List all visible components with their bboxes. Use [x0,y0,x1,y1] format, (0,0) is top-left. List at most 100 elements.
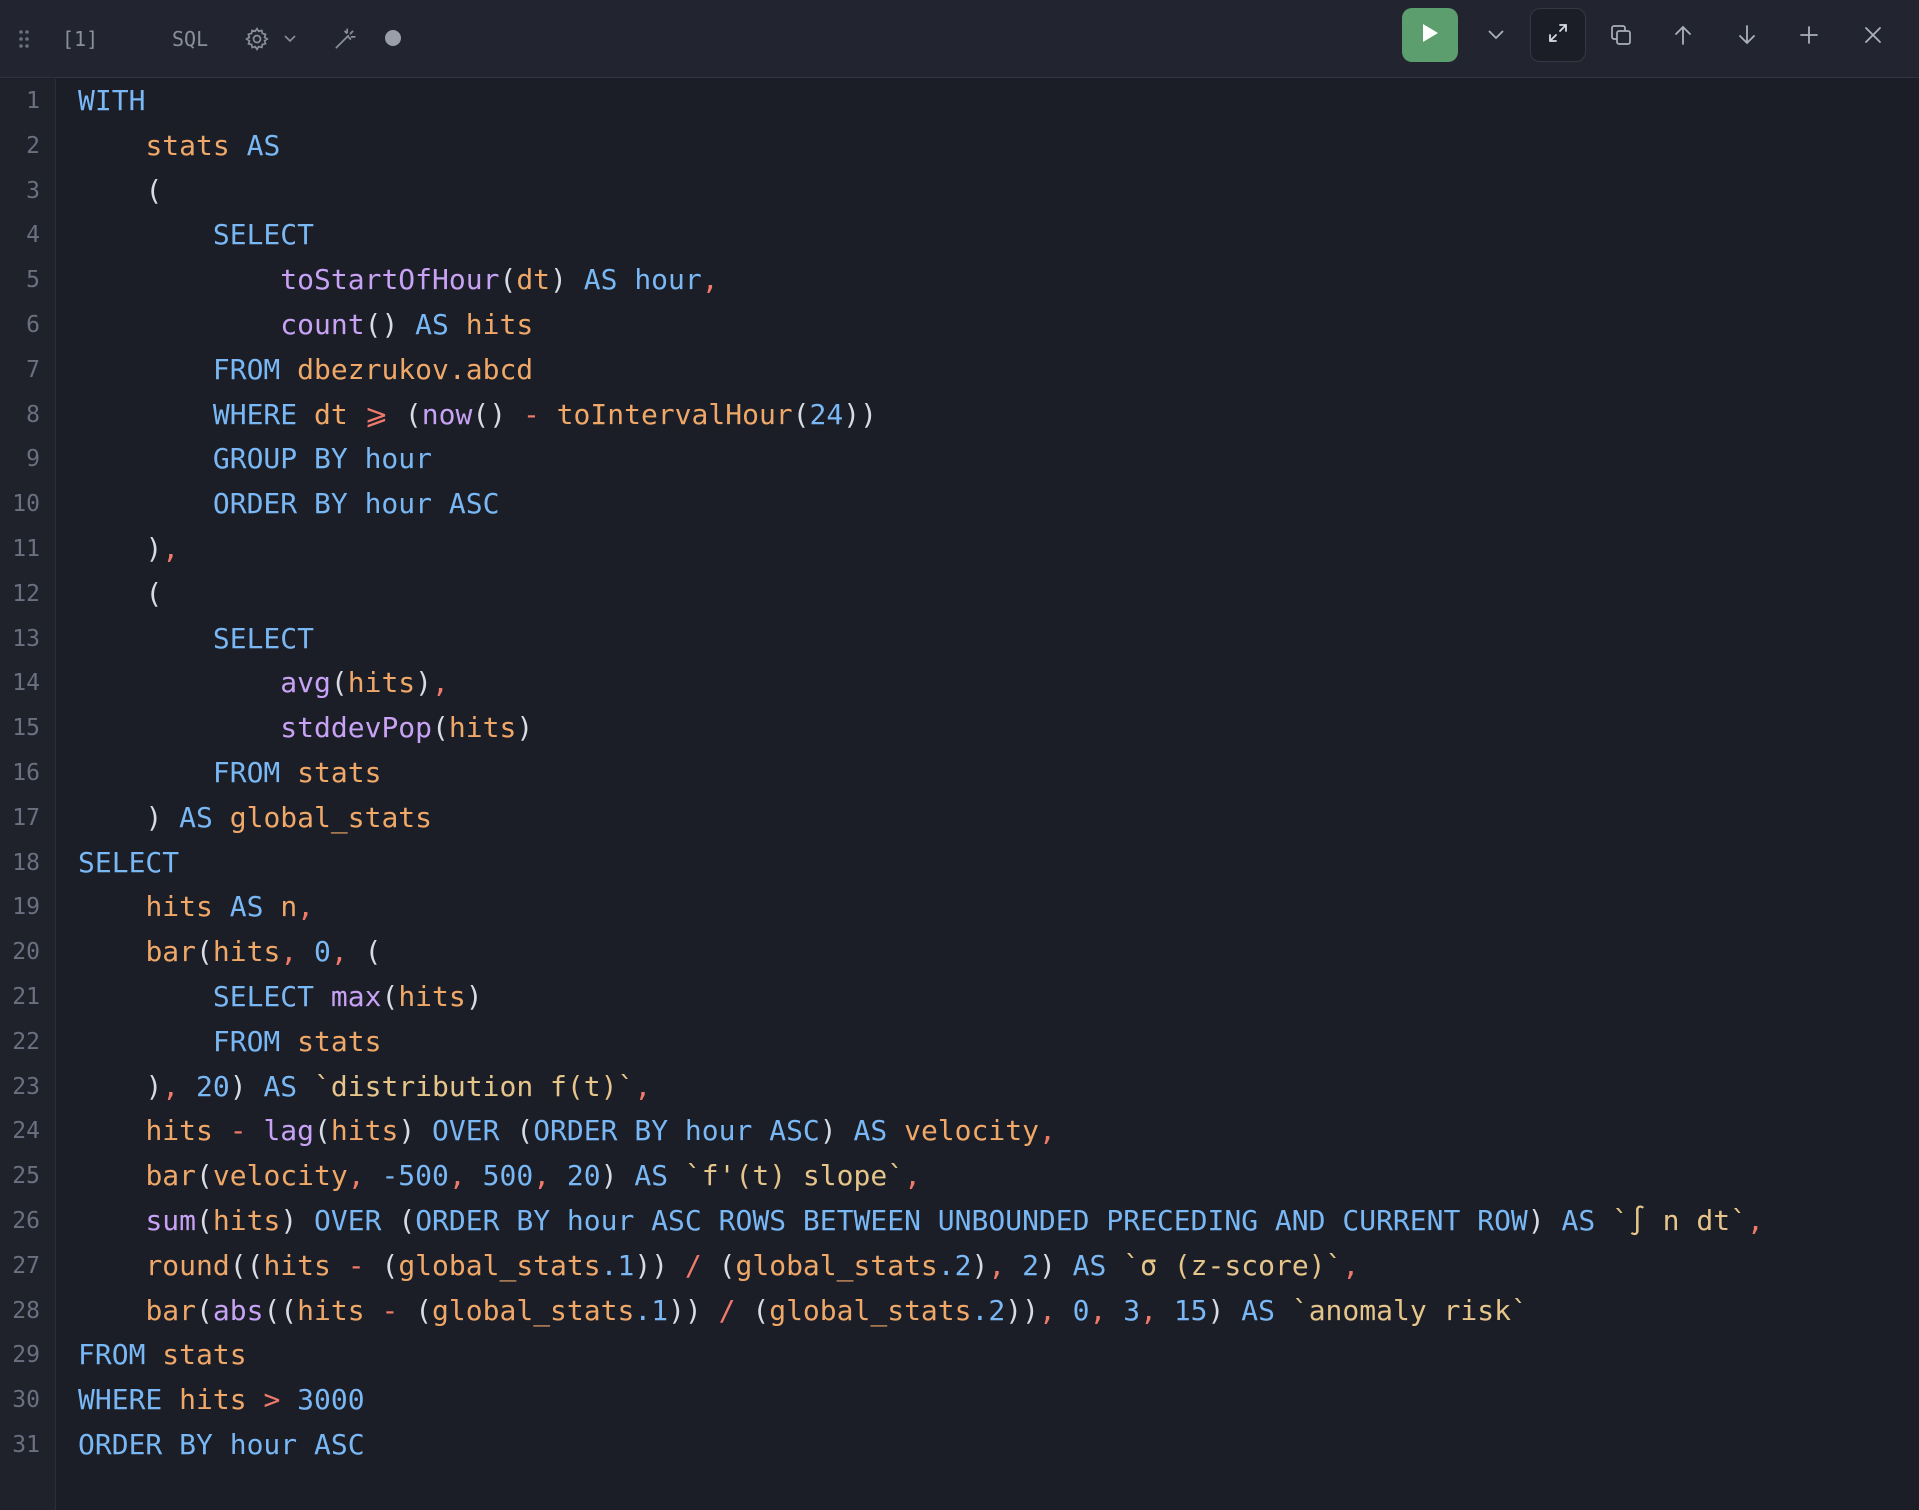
close-icon[interactable] [1856,16,1890,54]
code-token: ( [196,1293,213,1327]
magic-wand-icon[interactable] [328,20,362,58]
code-text[interactable]: SELECT max(hits) [78,975,483,1019]
code-text[interactable]: hits - lag(hits) OVER (ORDER BY hour ASC… [78,1109,1055,1153]
code-line[interactable]: 20 bar(hits, 0, ( [0,930,1919,974]
arrow-down-icon[interactable] [1730,16,1764,54]
code-line[interactable]: 25 bar(velocity, -500, 500, 20) AS `f'(t… [0,1154,1919,1198]
code-line[interactable]: 29 FROM stats [0,1333,1919,1377]
code-text[interactable]: count() AS hits [78,303,533,347]
code-line[interactable]: 22 FROM stats [0,1020,1919,1064]
code-line[interactable]: 4 SELECT [0,213,1919,257]
code-line[interactable]: 5 toStartOfHour(dt) AS hour, [0,258,1919,302]
code-token: FROM [212,352,281,386]
code-line[interactable]: 31 ORDER BY hour ASC [0,1423,1919,1467]
gear-icon[interactable] [242,20,272,58]
code-line[interactable]: 13 SELECT [0,617,1919,661]
code-token: )) [843,397,877,431]
code-text[interactable]: toStartOfHour(dt) AS hour, [78,258,718,302]
code-text[interactable]: stats AS [78,124,280,168]
line-number: 15 [12,715,40,742]
code-token: stats [145,128,230,162]
drag-handle-icon[interactable] [14,24,34,54]
plus-icon[interactable] [1792,16,1826,54]
code-line[interactable]: 3 ( [0,169,1919,213]
code-line[interactable]: 2 stats AS [0,124,1919,168]
code-text[interactable]: round((hits - (global_stats.1)) / (globa… [78,1244,1359,1288]
code-line[interactable]: 10 ORDER BY hour ASC [0,482,1919,526]
line-number: 16 [12,760,40,786]
code-text[interactable]: ) AS global_stats [78,796,432,840]
code-line[interactable]: 23 ), 20) AS `distribution f(t)`, [0,1065,1919,1109]
code-line[interactable]: 19 hits AS n, [0,885,1919,929]
line-number: 25 [12,1163,40,1190]
code-text[interactable]: ORDER BY hour ASC [78,1423,365,1467]
code-token: WHERE [212,397,298,431]
code-text[interactable]: FROM stats [78,1333,247,1377]
code-line[interactable]: 28 bar(abs((hits - (global_stats.1)) / (… [0,1289,1919,1333]
code-text[interactable]: ), [78,527,179,571]
code-text[interactable]: hits AS n, [78,885,314,929]
code-text[interactable]: FROM dbezrukov.abcd [78,348,533,392]
code-text[interactable]: SELECT [78,617,314,661]
code-line[interactable]: 1 WITH [0,79,1919,123]
code-line[interactable]: 11 ), [0,527,1919,571]
code-token: - [229,1114,247,1148]
code-line[interactable]: 15 stddevPop(hits) [0,706,1919,750]
language-selector[interactable]: SQL [172,18,208,60]
code-line[interactable]: 7 FROM dbezrukov.abcd [0,348,1919,392]
code-line[interactable]: 16 FROM stats [0,751,1919,795]
code-text[interactable]: stddevPop(hits) [78,706,533,750]
code-text[interactable]: WHERE hits > 3000 [78,1378,365,1422]
code-text[interactable]: GROUP BY hour [78,437,432,481]
line-number: 11 [12,536,40,562]
code-line[interactable]: 6 count() AS hits [0,303,1919,347]
code-text[interactable]: FROM stats [78,1020,382,1064]
run-button[interactable] [1402,8,1458,62]
code-token: , [297,890,315,924]
code-line[interactable]: 8 WHERE dt ⩾ (now() - toIntervalHour(24)… [0,393,1919,437]
code-text[interactable]: ( [78,169,162,213]
chevron-down-icon[interactable] [280,26,300,52]
code-editor[interactable]: 1 WITH 2 stats AS 3 (4 SELECT 5 toStartOfHou… [0,79,1919,1510]
code-line[interactable]: 21 SELECT max(hits) [0,975,1919,1019]
code-token: ( [196,1159,213,1193]
code-text[interactable]: WHERE dt ⩾ (now() - toIntervalHour(24)) [78,393,877,437]
code-text[interactable]: SELECT [78,213,314,257]
code-line[interactable]: 9 GROUP BY hour [0,437,1919,481]
code-line[interactable]: 26 sum(hits) OVER (ORDER BY hour ASC ROW… [0,1199,1919,1243]
code-text[interactable]: FROM stats [78,751,382,795]
code-line[interactable]: 14 avg(hits), [0,661,1919,705]
code-token: - [381,1293,399,1327]
run-options-chevron-down-icon[interactable] [1480,16,1512,54]
code-text[interactable]: bar(hits, 0, ( [78,930,381,974]
code-line[interactable]: 17 ) AS global_stats [0,796,1919,840]
code-text[interactable]: ORDER BY hour ASC [78,482,500,526]
code-line[interactable]: 27 round((hits - (global_stats.1)) / (gl… [0,1244,1919,1288]
code-text[interactable]: WITH [78,79,145,123]
code-line[interactable]: 30 WHERE hits > 3000 [0,1378,1919,1422]
arrow-up-icon[interactable] [1666,16,1700,54]
code-text[interactable]: ), 20) AS `distribution f(t)`, [78,1065,651,1109]
code-text[interactable]: sum(hits) OVER (ORDER BY hour ASC ROWS B… [78,1199,1763,1243]
code-text[interactable]: SELECT [78,841,179,885]
code-line[interactable]: 12 ( [0,572,1919,616]
copy-icon[interactable] [1604,16,1638,54]
code-text[interactable]: ( [78,572,162,616]
code-text[interactable]: bar(velocity, -500, 500, 20) AS `f'(t) s… [78,1154,921,1198]
code-line[interactable]: 24 hits - lag(hits) OVER (ORDER BY hour … [0,1109,1919,1153]
code-text[interactable]: bar(abs((hits - (global_stats.1)) / (glo… [78,1289,1527,1333]
code-token: AS [229,890,264,924]
line-number: 22 [12,1028,40,1055]
expand-button[interactable] [1530,8,1586,62]
code-line[interactable]: 18 SELECT [0,841,1919,885]
code-text[interactable]: avg(hits), [78,661,449,705]
